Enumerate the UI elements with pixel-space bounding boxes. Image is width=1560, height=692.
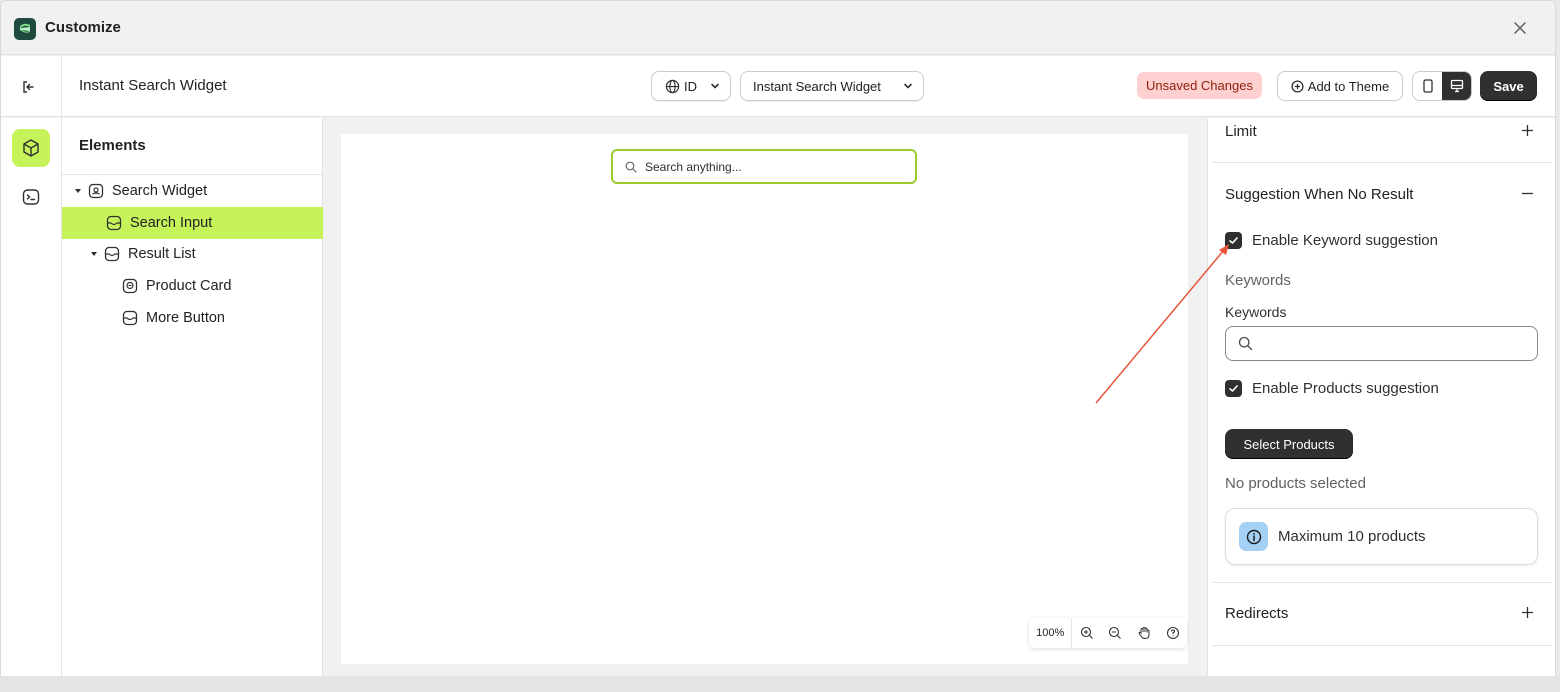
tree-item-label: Result List: [128, 246, 196, 262]
limit-section-header[interactable]: Limit: [1225, 123, 1257, 140]
plus-icon[interactable]: [1518, 121, 1536, 139]
template-select[interactable]: Instant Search Widget: [740, 71, 924, 101]
tree-item-product-card[interactable]: Product Card: [62, 270, 323, 302]
device-toggle: [1412, 71, 1472, 101]
elements-panel: Elements Search Widget Search Input Resu…: [62, 118, 323, 683]
keywords-input[interactable]: [1261, 335, 1521, 352]
enable-products-checkbox[interactable]: Enable Products suggestion: [1225, 380, 1439, 397]
unsaved-changes-badge: Unsaved Changes: [1137, 72, 1262, 99]
enable-keyword-label: Enable Keyword suggestion: [1252, 232, 1438, 249]
select-products-button[interactable]: Select Products: [1225, 429, 1353, 459]
tree-item-more-button[interactable]: More Button: [62, 302, 323, 334]
mobile-icon[interactable]: [1413, 72, 1442, 100]
preview-canvas: Search anything... 100%: [341, 134, 1188, 664]
tree-item-label: More Button: [146, 310, 225, 326]
info-text: Maximum 10 products: [1278, 528, 1426, 545]
chevron-down-icon: [710, 81, 720, 91]
section-divider: [1212, 645, 1552, 646]
no-products-text: No products selected: [1225, 475, 1366, 492]
caret-down-icon[interactable]: [74, 188, 82, 194]
top-toolbar: Instant Search Widget ID Instant Search …: [1, 56, 1555, 117]
zoom-in-icon[interactable]: [1072, 618, 1101, 648]
tree-item-search-input[interactable]: Search Input: [62, 207, 323, 239]
add-to-theme-button[interactable]: Add to Theme: [1277, 71, 1403, 101]
template-value: Instant Search Widget: [753, 78, 881, 94]
keywords-search-field[interactable]: [1225, 326, 1538, 361]
plus-icon[interactable]: [1518, 603, 1536, 621]
card-icon: [122, 278, 138, 294]
toolbar-divider: [61, 56, 62, 117]
keywords-section-label: Keywords: [1225, 272, 1291, 289]
list-icon: [104, 246, 120, 262]
tree-item-label: Product Card: [146, 278, 232, 294]
chevron-down-icon: [903, 81, 913, 91]
checkbox-checked-icon[interactable]: [1225, 380, 1242, 397]
add-to-theme-label: Add to Theme: [1307, 78, 1390, 94]
window-title: Customize: [45, 19, 121, 36]
globe-icon: [665, 79, 680, 94]
tree-item-label: Search Widget: [112, 183, 208, 199]
language-value: ID: [684, 78, 697, 94]
plus-circle-icon: [1291, 79, 1304, 93]
title-bar: Customize: [1, 1, 1555, 55]
minus-icon[interactable]: [1518, 184, 1536, 202]
suggestion-section-header[interactable]: Suggestion When No Result: [1225, 186, 1413, 203]
button-icon: [122, 310, 138, 326]
save-button[interactable]: Save: [1480, 71, 1537, 101]
search-icon: [1238, 336, 1253, 351]
enable-products-label: Enable Products suggestion: [1252, 380, 1439, 397]
app-logo-icon: [14, 18, 36, 40]
info-icon: [1239, 522, 1268, 551]
cube-icon[interactable]: [12, 129, 50, 167]
tree-item-search-widget[interactable]: Search Widget: [62, 175, 323, 207]
zoom-out-icon[interactable]: [1101, 618, 1130, 648]
preview-search-input[interactable]: Search anything...: [611, 149, 917, 184]
enable-keyword-checkbox[interactable]: Enable Keyword suggestion: [1225, 232, 1438, 249]
hand-icon[interactable]: [1130, 618, 1159, 648]
terminal-icon[interactable]: [12, 178, 50, 216]
customize-window: Customize Instant Search Widget ID Insta…: [0, 0, 1556, 684]
help-icon[interactable]: [1158, 618, 1187, 648]
canvas-area: Search anything... 100%: [324, 118, 1206, 683]
desktop-icon[interactable]: [1442, 72, 1471, 100]
tree-item-result-list[interactable]: Result List: [62, 238, 323, 270]
search-icon: [625, 161, 637, 173]
redirects-section-header[interactable]: Redirects: [1225, 605, 1288, 622]
checkbox-checked-icon[interactable]: [1225, 232, 1242, 249]
close-icon[interactable]: [1509, 17, 1531, 39]
tree-item-label: Search Input: [130, 215, 213, 231]
section-divider: [1212, 582, 1552, 583]
keywords-field-label: Keywords: [1225, 304, 1287, 320]
elements-header: Elements: [79, 137, 146, 154]
section-divider: [1212, 162, 1552, 163]
language-select[interactable]: ID: [651, 71, 731, 101]
input-icon: [106, 215, 122, 231]
caret-down-icon[interactable]: [90, 251, 98, 257]
zoom-controls: 100%: [1029, 618, 1187, 648]
icon-rail: [1, 118, 62, 683]
info-banner: Maximum 10 products: [1225, 508, 1538, 565]
zoom-level: 100%: [1029, 618, 1073, 648]
settings-panel: Limit Suggestion When No Result Enable K…: [1207, 118, 1555, 683]
bottom-strip: [0, 676, 1560, 692]
widget-icon: [88, 183, 104, 199]
exit-icon[interactable]: [17, 76, 39, 98]
page-name: Instant Search Widget: [79, 77, 227, 94]
preview-search-placeholder: Search anything...: [645, 159, 742, 174]
